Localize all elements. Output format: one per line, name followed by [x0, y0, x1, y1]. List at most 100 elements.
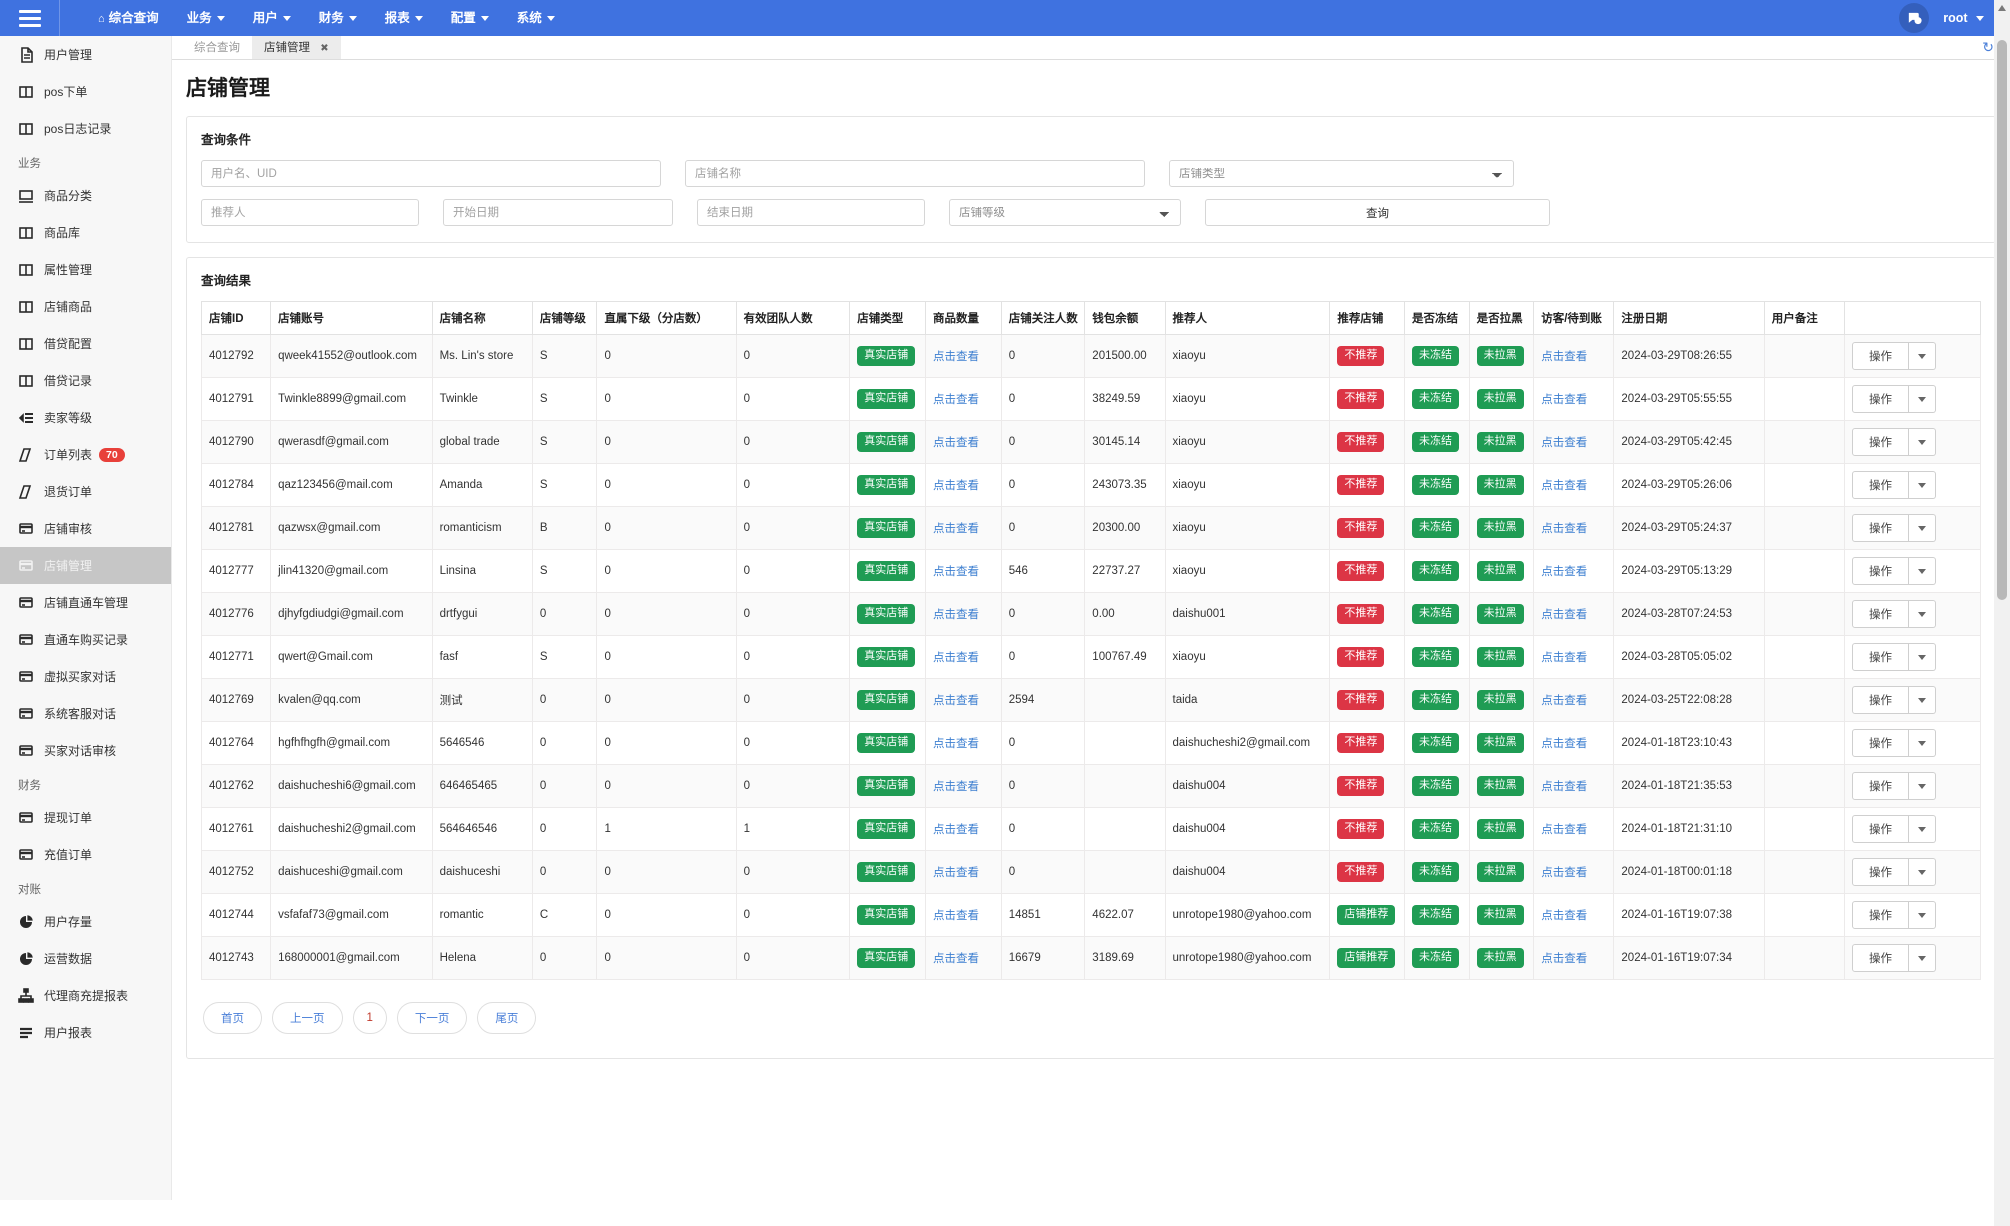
- operation-button[interactable]: 操作: [1851, 643, 1909, 671]
- cell-visitor-pending-value[interactable]: 点击查看: [1541, 953, 1587, 965]
- end-date-input[interactable]: [697, 199, 925, 226]
- sidebar-item-11[interactable]: 订单列表 70: [0, 436, 171, 473]
- query-button[interactable]: 查询: [1205, 199, 1550, 226]
- pagination-current-page[interactable]: 1: [352, 1002, 387, 1034]
- sidebar-item-9[interactable]: 借贷记录: [0, 362, 171, 399]
- sidebar-item-12[interactable]: 退货订单: [0, 473, 171, 510]
- sidebar-item-19[interactable]: 买家对话审核: [0, 732, 171, 769]
- sidebar-item-26[interactable]: 代理商充提报表: [0, 977, 171, 1014]
- operation-button[interactable]: 操作: [1851, 815, 1909, 843]
- operation-button[interactable]: 操作: [1851, 901, 1909, 929]
- cell-goods-count-value[interactable]: 点击查看: [933, 480, 979, 492]
- operation-dropdown-toggle[interactable]: [1908, 815, 1936, 843]
- sidebar-item-8[interactable]: 借贷配置: [0, 325, 171, 362]
- sidebar-item-27[interactable]: 用户报表: [0, 1014, 171, 1051]
- cell-visitor-pending-value[interactable]: 点击查看: [1541, 437, 1587, 449]
- cell-goods-count-value[interactable]: 点击查看: [933, 781, 979, 793]
- operation-dropdown-toggle[interactable]: [1908, 600, 1936, 628]
- operation-dropdown-toggle[interactable]: [1908, 729, 1936, 757]
- cell-visitor-pending-value[interactable]: 点击查看: [1541, 351, 1587, 363]
- cell-goods-count-value[interactable]: 点击查看: [933, 394, 979, 406]
- nav-item-5[interactable]: 配置: [437, 0, 503, 36]
- sidebar-item-25[interactable]: 运营数据: [0, 940, 171, 977]
- cell-goods-count-value[interactable]: 点击查看: [933, 523, 979, 535]
- sidebar-item-2[interactable]: pos日志记录: [0, 110, 171, 147]
- sidebar-item-5[interactable]: 商品库: [0, 214, 171, 251]
- refresh-icon[interactable]: ↻: [1982, 39, 1994, 56]
- pagination-next[interactable]: 下一页: [396, 1002, 468, 1034]
- cell-goods-count-value[interactable]: 点击查看: [933, 738, 979, 750]
- cell-visitor-pending-value[interactable]: 点击查看: [1541, 480, 1587, 492]
- username-uid-input[interactable]: [201, 160, 661, 187]
- sidebar-item-17[interactable]: 虚拟买家对话: [0, 658, 171, 695]
- sidebar-item-0[interactable]: 用户管理: [0, 36, 171, 73]
- cell-visitor-pending-value[interactable]: 点击查看: [1541, 738, 1587, 750]
- pagination-last[interactable]: 尾页: [477, 1002, 537, 1034]
- sidebar-item-6[interactable]: 属性管理: [0, 251, 171, 288]
- shop-name-input[interactable]: [685, 160, 1145, 187]
- sidebar-item-21[interactable]: 提现订单: [0, 799, 171, 836]
- cell-visitor-pending-value[interactable]: 点击查看: [1541, 824, 1587, 836]
- cell-goods-count-value[interactable]: 点击查看: [933, 566, 979, 578]
- sidebar-item-18[interactable]: 系统客服对话: [0, 695, 171, 732]
- cell-goods-count-value[interactable]: 点击查看: [933, 437, 979, 449]
- cell-visitor-pending-value[interactable]: 点击查看: [1541, 523, 1587, 535]
- shop-level-select[interactable]: 店铺等级: [949, 199, 1181, 226]
- operation-dropdown-toggle[interactable]: [1908, 772, 1936, 800]
- cell-visitor-pending-value[interactable]: 点击查看: [1541, 394, 1587, 406]
- pagination-first[interactable]: 首页: [203, 1002, 262, 1034]
- sidebar-item-14[interactable]: 店铺管理: [0, 547, 171, 584]
- cell-goods-count-value[interactable]: 点击查看: [933, 695, 979, 707]
- cell-goods-count-value[interactable]: 点击查看: [933, 351, 979, 363]
- cell-visitor-pending-value[interactable]: 点击查看: [1541, 652, 1587, 664]
- operation-button[interactable]: 操作: [1851, 385, 1909, 413]
- nav-item-4[interactable]: 报表: [371, 0, 437, 36]
- operation-dropdown-toggle[interactable]: [1908, 342, 1936, 370]
- operation-button[interactable]: 操作: [1851, 729, 1909, 757]
- operation-button[interactable]: 操作: [1851, 428, 1909, 456]
- scrollbar-thumb[interactable]: [1997, 40, 2007, 600]
- cell-goods-count-value[interactable]: 点击查看: [933, 652, 979, 664]
- nav-item-6[interactable]: 系统: [503, 0, 569, 36]
- operation-dropdown-toggle[interactable]: [1908, 557, 1936, 585]
- operation-dropdown-toggle[interactable]: [1908, 471, 1936, 499]
- operation-dropdown-toggle[interactable]: [1908, 514, 1936, 542]
- operation-dropdown-toggle[interactable]: [1908, 385, 1936, 413]
- close-icon[interactable]: ✖: [320, 43, 328, 54]
- sidebar-item-1[interactable]: pos下单: [0, 73, 171, 110]
- cell-goods-count-value[interactable]: 点击查看: [933, 609, 979, 621]
- operation-button[interactable]: 操作: [1851, 944, 1909, 972]
- sidebar-item-10[interactable]: 卖家等级: [0, 399, 171, 436]
- operation-dropdown-toggle[interactable]: [1908, 858, 1936, 886]
- operation-button[interactable]: 操作: [1851, 600, 1909, 628]
- hamburger-icon[interactable]: [0, 0, 60, 36]
- user-menu[interactable]: root: [1943, 11, 1984, 25]
- operation-button[interactable]: 操作: [1851, 858, 1909, 886]
- cell-visitor-pending-value[interactable]: 点击查看: [1541, 695, 1587, 707]
- cell-goods-count-value[interactable]: 点击查看: [933, 867, 979, 879]
- sidebar-item-13[interactable]: 店铺审核: [0, 510, 171, 547]
- nav-item-1[interactable]: 业务: [173, 0, 239, 36]
- sidebar-item-22[interactable]: 充值订单: [0, 836, 171, 873]
- operation-dropdown-toggle[interactable]: [1908, 901, 1936, 929]
- operation-button[interactable]: 操作: [1851, 557, 1909, 585]
- sidebar-item-24[interactable]: 用户存量: [0, 903, 171, 940]
- tab-comprehensive-query[interactable]: 综合查询: [182, 36, 252, 59]
- sidebar-item-15[interactable]: 店铺直通车管理: [0, 584, 171, 621]
- cell-visitor-pending-value[interactable]: 点击查看: [1541, 867, 1587, 879]
- chat-bubble-icon[interactable]: [1899, 3, 1930, 33]
- operation-button[interactable]: 操作: [1851, 686, 1909, 714]
- sidebar-item-7[interactable]: 店铺商品: [0, 288, 171, 325]
- pagination-prev[interactable]: 上一页: [272, 1002, 343, 1034]
- nav-item-2[interactable]: 用户: [239, 0, 305, 36]
- cell-goods-count-value[interactable]: 点击查看: [933, 824, 979, 836]
- operation-dropdown-toggle[interactable]: [1908, 643, 1936, 671]
- nav-item-0[interactable]: ⌂ 综合查询: [84, 0, 173, 36]
- operation-dropdown-toggle[interactable]: [1908, 686, 1936, 714]
- cell-goods-count-value[interactable]: 点击查看: [933, 910, 979, 922]
- shop-type-select[interactable]: 店铺类型: [1169, 160, 1514, 187]
- operation-dropdown-toggle[interactable]: [1908, 944, 1936, 972]
- vertical-scrollbar[interactable]: [1994, 0, 2010, 1226]
- sidebar-item-4[interactable]: 商品分类: [0, 177, 171, 214]
- operation-button[interactable]: 操作: [1851, 772, 1909, 800]
